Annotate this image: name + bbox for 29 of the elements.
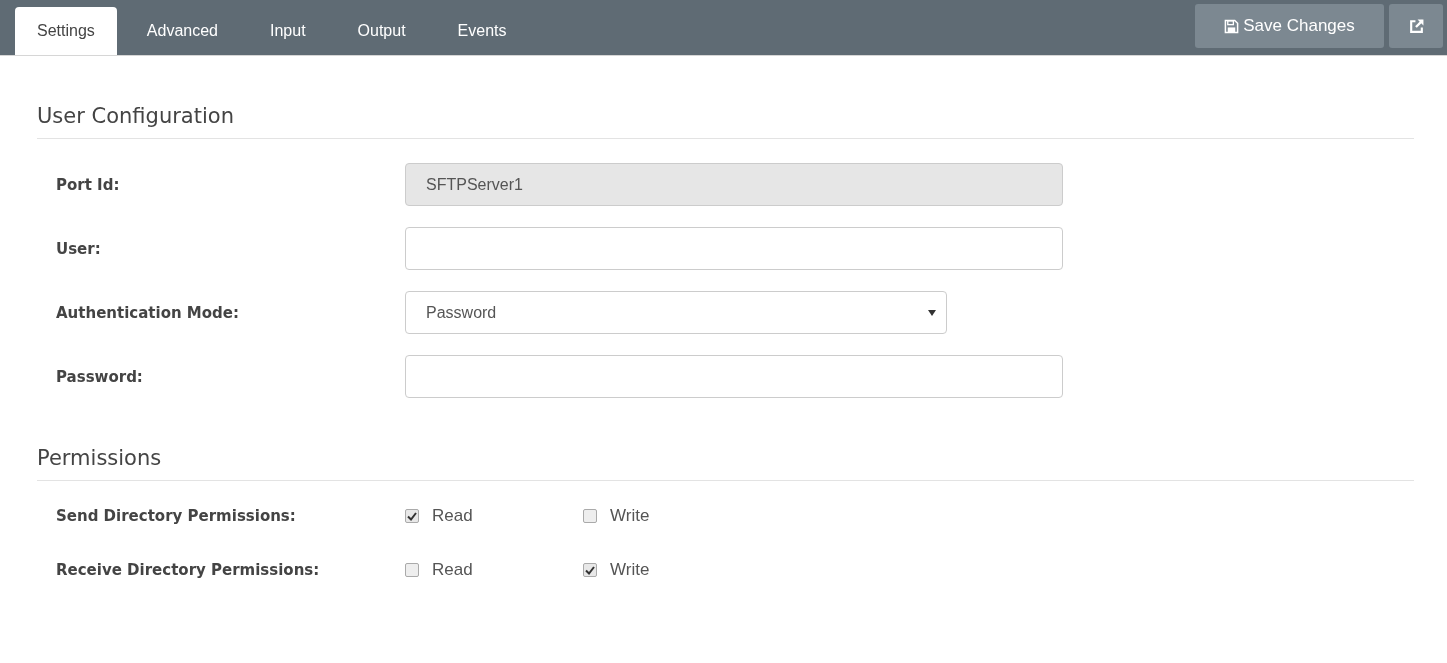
tab[interactable]: Settings [15,7,117,55]
field-label: Send Directory Permissions: [55,507,297,525]
tab[interactable]: Advanced [124,7,240,55]
external-link-button[interactable] [1389,4,1443,48]
checkbox[interactable] [583,563,597,577]
field-label: Port Id: [55,175,121,194]
section-heading: Permissions [37,398,1414,481]
tab[interactable]: Output [335,7,428,55]
checkbox-label: Read [432,506,473,526]
password-field[interactable] [405,355,1063,398]
select-field[interactable]: Password [405,291,947,334]
checkbox-label: Read [432,560,473,580]
field-label: Receive Directory Permissions: [55,561,321,579]
field-label: User: [55,239,102,258]
checkbox-label: Write [610,506,650,526]
section-heading: User Configuration [37,56,1414,139]
field-label: Authentication Mode: [55,303,240,322]
checkbox[interactable] [405,563,419,577]
caret-icon [928,309,936,316]
tab[interactable]: Input [248,7,328,55]
text-field[interactable] [405,227,1063,270]
checkbox[interactable] [583,509,597,523]
save-button[interactable]: Save Changes [1195,4,1384,48]
save-icon [1224,18,1240,34]
external-link-icon [1407,17,1425,35]
checkbox[interactable] [405,509,419,523]
field-label: Password: [55,367,144,386]
tab[interactable]: Events [435,7,529,55]
checkbox-label: Write [610,560,650,580]
